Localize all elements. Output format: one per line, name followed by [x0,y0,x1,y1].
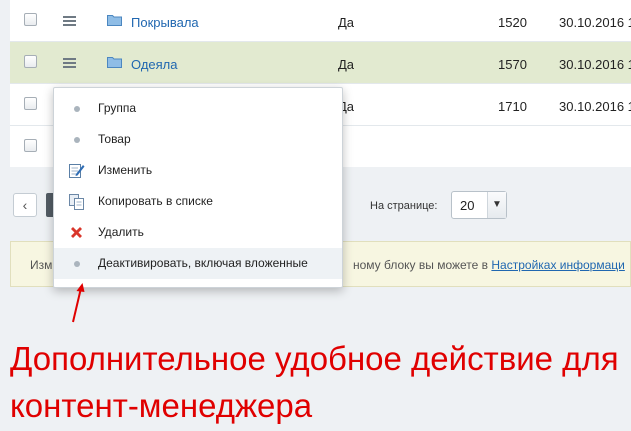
menu-item-delete[interactable]: Удалить [54,217,342,248]
table-row[interactable]: Покрывала Да 1520 30.10.2016 1 [10,0,631,42]
row-date: 30.10.2016 1 [559,57,631,72]
row-active: Да [338,15,355,30]
menu-item-group[interactable]: Группа [54,93,342,124]
per-page-label: На странице: [370,200,438,212]
edit-icon [69,164,85,178]
row-date: 30.10.2016 1 [559,15,631,30]
per-page-select[interactable]: 20 ▼ [451,191,507,219]
chevron-down-icon[interactable]: ▼ [487,192,506,218]
copy-icon [69,194,84,210]
row-name-link[interactable]: Одеяла [131,57,178,72]
table-row[interactable]: Одеяла Да 1570 30.10.2016 1 [10,42,631,84]
delete-icon [71,227,82,238]
bullet-icon [74,261,80,267]
menu-item-label: Копировать в списке [98,194,213,208]
menu-item-deactivate-nested[interactable]: Деактивировать, включая вложенные [54,248,342,279]
row-menu-icon[interactable] [63,58,76,68]
pager-prev-button[interactable]: ‹ [13,193,37,217]
folder-icon [107,57,122,68]
row-context-menu: Группа Товар Изменить Копировать в списк… [53,87,343,288]
row-checkbox[interactable] [24,13,37,26]
row-date: 30.10.2016 1 [559,99,631,114]
per-page-value: 20 [460,198,475,213]
annotation-arrow-icon [72,283,85,323]
row-name-link[interactable]: Покрывала [131,15,199,30]
bullet-icon [74,137,80,143]
menu-item-edit[interactable]: Изменить [54,155,342,186]
row-menu-icon[interactable] [63,16,76,26]
row-active: Да [338,57,355,72]
menu-item-label: Группа [98,101,137,115]
row-checkbox[interactable] [24,97,37,110]
notice-text: ному блоку вы можете в Настройках информ… [353,258,625,272]
annotation-text: Дополнительное удобное действие для конт… [10,340,619,424]
folder-icon [107,15,122,26]
notice-settings-link[interactable]: Настройках информаци [491,258,624,272]
menu-item-label: Деактивировать, включая вложенные [98,256,308,270]
menu-item-copy[interactable]: Копировать в списке [54,186,342,217]
menu-item-label: Товар [98,132,131,146]
menu-item-label: Удалить [98,225,144,239]
bullet-icon [74,106,80,112]
menu-item-label: Изменить [98,163,153,177]
row-sort: 1520 [498,15,527,30]
row-sort: 1570 [498,57,527,72]
notice-text-end: ному блоку вы можете в [353,258,492,272]
row-sort: 1710 [498,99,527,114]
row-checkbox[interactable] [24,139,37,152]
notice-text-start: Изм [30,258,53,272]
menu-item-product[interactable]: Товар [54,124,342,155]
row-checkbox[interactable] [24,55,37,68]
